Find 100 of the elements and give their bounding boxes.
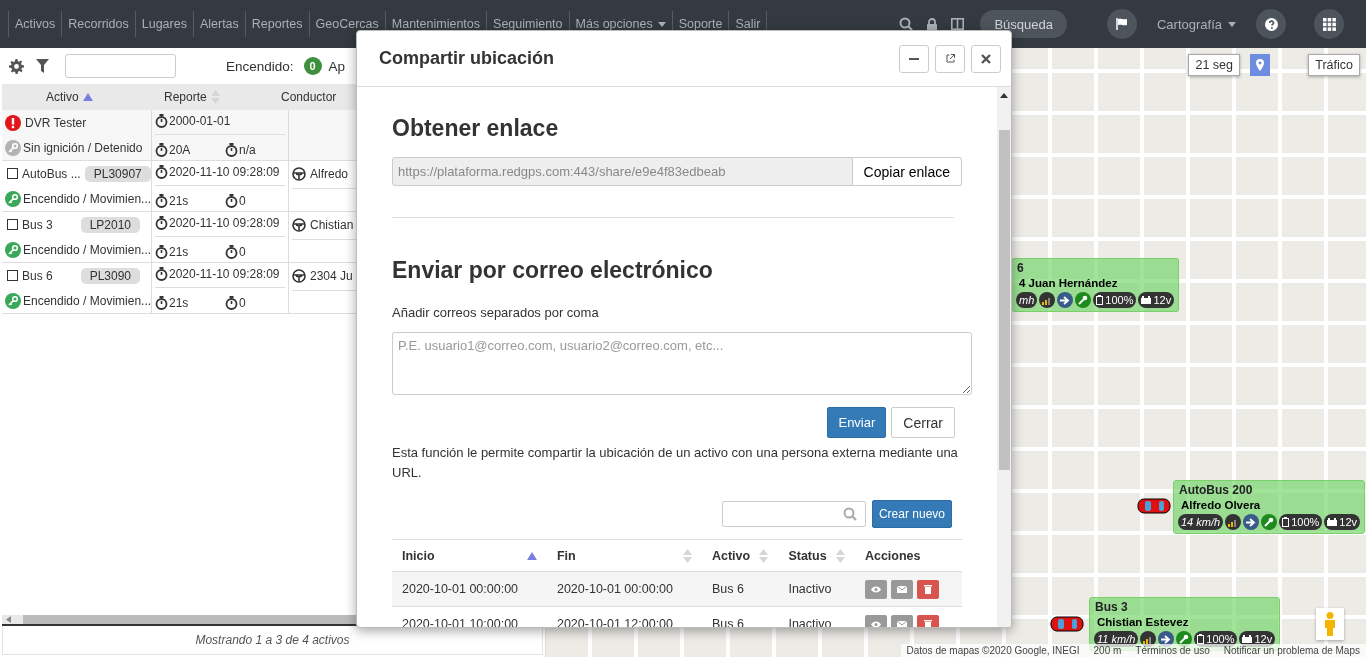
close-button[interactable]: [971, 44, 1001, 73]
flag-button[interactable]: [1106, 9, 1137, 39]
checkbox[interactable]: [7, 219, 18, 230]
vehicle-name: AutoBus 200: [1179, 483, 1254, 497]
search-field[interactable]: [721, 501, 866, 527]
nav-link[interactable]: Activos: [8, 11, 62, 37]
vehicle-label[interactable]: AutoBus 200 Alfredo Olvera 14 km/h 100% 12v: [1173, 480, 1366, 534]
stopwatch-icon: [225, 193, 238, 208]
settings-icon[interactable]: [9, 58, 24, 74]
nav-link[interactable]: Alertas: [192, 11, 245, 37]
scrollbar-thumb[interactable]: [998, 130, 1010, 470]
plate-tag: PL30907: [84, 165, 151, 182]
counter-value: 0: [239, 295, 246, 310]
car-icon[interactable]: [1050, 615, 1084, 633]
minimize-button[interactable]: [899, 44, 929, 73]
asset-name[interactable]: DVR Tester: [25, 115, 87, 130]
sort-ascending-icon[interactable]: [82, 93, 93, 101]
filter-icon[interactable]: [36, 59, 49, 73]
view-button[interactable]: [864, 579, 887, 599]
scroll-up-icon[interactable]: [1000, 93, 1008, 98]
driver-name: Alfredo Olvera: [1181, 499, 1262, 511]
scroll-left-icon[interactable]: [6, 616, 11, 623]
column-header[interactable]: Activo: [711, 548, 751, 563]
table-cell: Bus 6: [701, 571, 779, 607]
report-time: 2000-01-01: [169, 113, 231, 128]
email-button[interactable]: [890, 614, 913, 627]
field-label: Añadir correos separados por coma: [392, 305, 600, 320]
voltage-value: 12v: [1339, 516, 1358, 528]
column-header[interactable]: Acciones: [864, 548, 921, 563]
table-cell: Inactivo: [778, 571, 855, 607]
search-icon: [842, 507, 857, 521]
battery-level: 100%: [1206, 633, 1235, 645]
speed-value: 14 km/h: [1181, 516, 1221, 528]
asset-status: Encendido / Movimien...: [23, 191, 151, 206]
column-header[interactable]: Reporte: [164, 90, 207, 104]
help-button[interactable]: [1256, 9, 1286, 39]
counter-value: 21s: [169, 193, 189, 208]
plate-tag: PL3090: [80, 267, 140, 284]
battery-icon: [1096, 295, 1104, 305]
copy-link-button[interactable]: Copiar enlace: [852, 157, 962, 186]
status-label: Ap: [328, 58, 346, 74]
view-button[interactable]: [864, 614, 887, 627]
vehicle-label[interactable]: 6 4 Juan Hernández mh 100% 12v: [1012, 258, 1180, 312]
columns-icon[interactable]: [951, 18, 965, 30]
cancel-button[interactable]: Cerrar: [891, 407, 955, 438]
sort-ascending-icon[interactable]: [526, 551, 537, 560]
location-pin-icon: [1256, 59, 1264, 71]
asset-status: Sin ignición / Detenido: [23, 140, 143, 155]
asset-name[interactable]: Bus 6: [22, 268, 53, 283]
column-header[interactable]: Conductor: [281, 90, 337, 104]
create-button[interactable]: Crear nuevo: [871, 500, 952, 528]
location-button[interactable]: [1250, 54, 1270, 76]
counter-value: 21s: [169, 295, 189, 310]
map-attribution[interactable]: Datos de mapas ©2020 Google, INEGI: [906, 645, 1080, 656]
traffic-toggle[interactable]: Tráfico: [1308, 54, 1360, 76]
email-button[interactable]: [890, 579, 913, 599]
search-icon[interactable]: [899, 17, 914, 31]
asset-name[interactable]: AutoBus ...: [22, 166, 81, 181]
column-header[interactable]: Activo: [46, 90, 79, 104]
driver-name: 2304 Ju: [310, 269, 353, 283]
column-header[interactable]: Status: [788, 548, 827, 563]
report-time: 2020-11-10 09:28:09: [169, 266, 280, 281]
checkbox[interactable]: [7, 270, 18, 281]
column-header[interactable]: Fin: [556, 548, 576, 563]
checkbox[interactable]: [7, 168, 18, 179]
battery-level: 100%: [1291, 516, 1320, 528]
car-icon[interactable]: [1137, 497, 1171, 515]
vehicle-name: Bus 3: [1095, 600, 1129, 614]
counter-value: 20A: [169, 142, 191, 157]
delete-button[interactable]: [916, 579, 939, 599]
column-header[interactable]: Inicio: [402, 548, 435, 563]
delete-button[interactable]: [916, 614, 939, 627]
steering-wheel-icon: [292, 167, 306, 181]
counter-value: n/a: [239, 142, 256, 157]
nav-link[interactable]: Recorridos: [61, 11, 135, 37]
battery-icon: [1282, 517, 1290, 527]
popout-button[interactable]: [935, 44, 965, 73]
car-battery-icon: [1141, 296, 1152, 304]
send-button[interactable]: Enviar: [827, 407, 887, 438]
section-heading: Obtener enlace: [392, 115, 560, 142]
lock-icon[interactable]: [927, 17, 938, 31]
asset-name[interactable]: Bus 3: [22, 217, 53, 232]
search-button[interactable]: Búsqueda: [980, 10, 1067, 38]
nav-link[interactable]: Lugares: [134, 11, 193, 37]
search-field[interactable]: [65, 54, 176, 78]
driver-name: Chistian: [310, 218, 354, 232]
caret-icon: [1228, 21, 1236, 27]
battery-level: 100%: [1105, 294, 1134, 306]
eye-icon: [870, 585, 881, 593]
flag-icon: [1115, 18, 1128, 30]
report-time: 2020-11-10 09:28:09: [169, 215, 280, 230]
speed-value: 11 km/h: [1097, 633, 1136, 645]
dialog-title: Compartir ubicación: [379, 48, 556, 69]
grid-icon: [1322, 17, 1336, 31]
email-field[interactable]: P.E. usuario1@correo.com, usuario2@correo.com, etc...: [392, 332, 972, 395]
refresh-interval[interactable]: 21 seg: [1188, 54, 1240, 76]
count-badge: 0: [303, 57, 322, 75]
map-type-dropdown[interactable]: Cartografía: [1156, 16, 1236, 32]
nav-link[interactable]: Reportes: [244, 11, 309, 37]
apps-button[interactable]: [1314, 9, 1344, 39]
